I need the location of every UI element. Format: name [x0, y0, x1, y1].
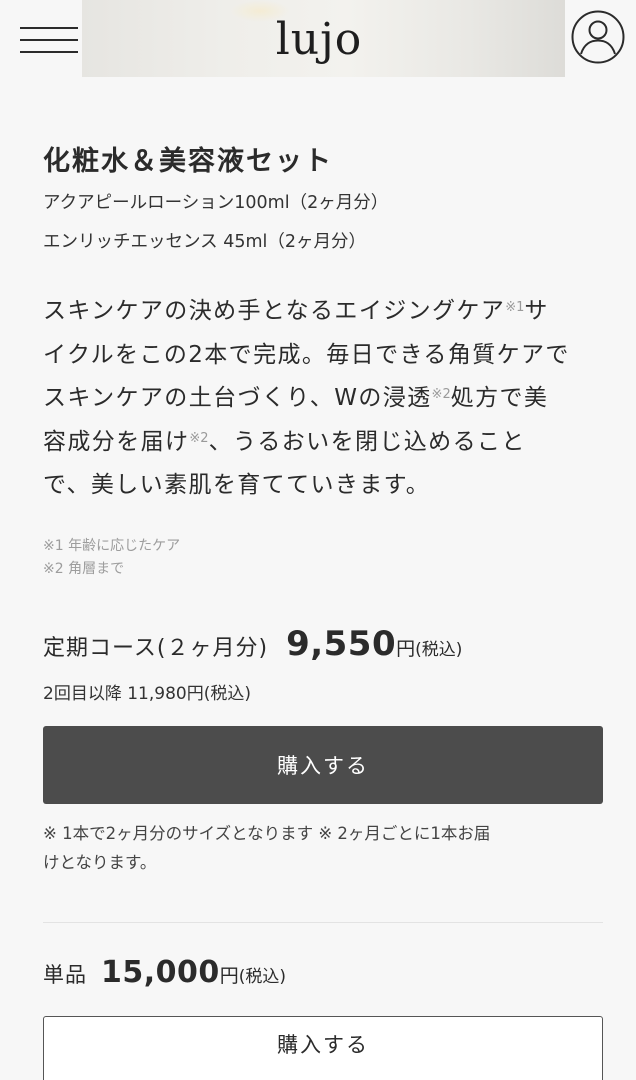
footnote-1: ※1 年齢に応じたケア: [43, 538, 181, 554]
subscription-tax: (税込): [415, 640, 463, 660]
footnote-mark-1: ※1: [505, 300, 525, 315]
single-price: 15,000: [101, 955, 220, 990]
footnotes: ※1 年齢に応じたケア ※2 角層まで: [43, 535, 180, 581]
subscription-label: 定期コース(２ヶ月分): [43, 636, 269, 661]
user-account-icon[interactable]: [570, 9, 626, 65]
site-header: lujo: [0, 0, 636, 80]
product-page: lujo 化粧水＆美容液セット アクアピールローション100ml（2ヶ月分） エ…: [0, 0, 636, 1080]
subscription-yen: 円: [396, 638, 416, 660]
product-item-lotion: アクアピールローション100ml（2ヶ月分）: [43, 193, 389, 213]
footnote-mark-2: ※2: [431, 387, 451, 402]
product-description: スキンケアの決め手となるエイジングケア※1サ イクルをこの2本で完成。毎日できる…: [43, 298, 570, 498]
second-onward-price: 2回目以降 11,980円(税込): [43, 684, 251, 704]
single-yen: 円: [219, 965, 239, 987]
divider: [43, 922, 603, 923]
single-tax: (税込): [238, 967, 287, 987]
single-price-row: 単品 15,000 円 (税込): [43, 955, 286, 990]
product-item-essence: エンリッチエッセンス 45ml（2ヶ月分）: [43, 232, 367, 252]
hamburger-menu-icon[interactable]: [20, 25, 80, 57]
subscription-price: 9,550: [286, 624, 397, 664]
site-logo[interactable]: lujo: [264, 8, 374, 72]
footnote-2: ※2 角層まで: [43, 561, 125, 577]
subscription-note: ※ 1本で2ヶ月分のサイズとなります ※ 2ヶ月ごとに1本お届 けとなります。: [43, 824, 491, 872]
product-title: 化粧水＆美容液セット: [43, 146, 333, 177]
subscription-price-row: 定期コース(２ヶ月分) 9,550 円 (税込): [43, 624, 462, 664]
footnote-mark-2b: ※2: [189, 430, 209, 446]
subscription-buy-button[interactable]: 購入する: [43, 726, 603, 804]
single-buy-button[interactable]: 購入する: [43, 1016, 603, 1080]
single-label: 単品: [43, 963, 87, 987]
